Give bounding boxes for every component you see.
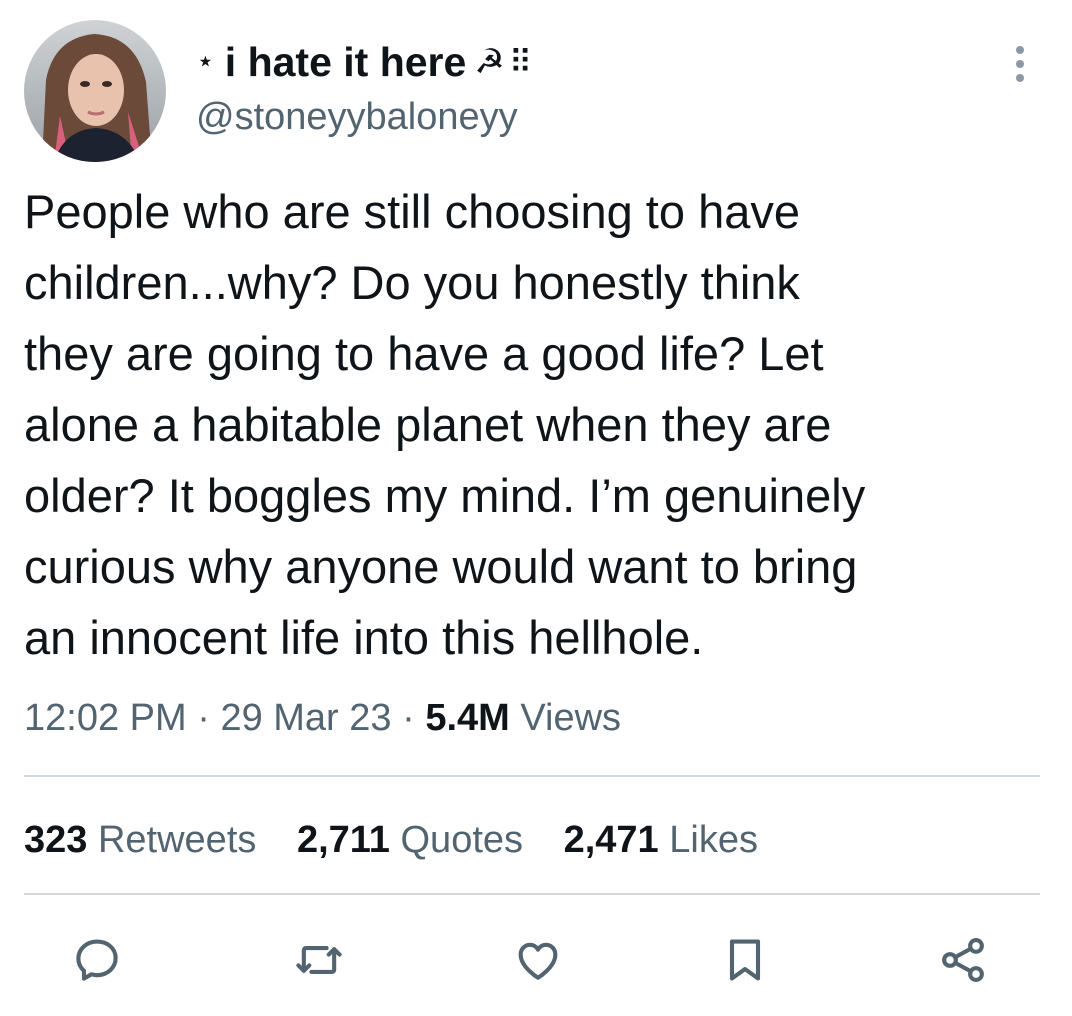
tweet-date[interactable]: 29 Mar 23 <box>220 697 391 739</box>
reply-button[interactable] <box>62 925 132 995</box>
quotes-stat[interactable]: 2,711 Quotes <box>297 819 523 861</box>
retweet-button[interactable] <box>284 925 354 995</box>
avatar[interactable] <box>24 20 166 162</box>
engagement-stats: 323 Retweets 2,711 Quotes 2,471 Likes <box>24 812 788 868</box>
tweet-text-line: curious why anyone would want to bring <box>24 540 858 593</box>
tweet-text-line: People who are still choosing to have <box>24 185 800 238</box>
tweet-text-line: children...why? Do you honestly think <box>24 256 800 309</box>
tweet-time[interactable]: 12:02 PM <box>24 697 187 739</box>
reply-icon <box>76 939 118 981</box>
display-name[interactable]: ⋆ i hate it here ☭ ⠿ <box>196 38 532 86</box>
meta-separator: · <box>197 697 210 739</box>
more-dot-icon <box>1016 74 1024 82</box>
meta-separator: · <box>402 697 415 739</box>
retweets-label: Retweets <box>97 819 257 861</box>
more-dot-icon <box>1016 60 1024 68</box>
display-name-text: i hate it here <box>224 39 467 85</box>
tweet-text-line: older? It boggles my mind. I’m genuinely <box>24 469 866 522</box>
likes-count: 2,471 <box>563 819 659 861</box>
share-icon <box>942 938 984 982</box>
views-label: Views <box>520 697 622 739</box>
quotes-count: 2,711 <box>296 819 390 861</box>
avatar-photo <box>24 20 166 162</box>
tweet-text-line: alone a habitable planet when they are <box>24 398 832 451</box>
bookmark-button[interactable] <box>710 925 780 995</box>
tweet-text: People who are still choosing to have ch… <box>24 176 1054 673</box>
hammer-sickle-icon: ☭ <box>474 43 505 81</box>
views-count: 5.4M <box>425 697 510 739</box>
bookmark-icon <box>729 939 761 981</box>
like-icon <box>518 942 558 980</box>
star-icon: ⋆ <box>196 45 215 78</box>
more-dot-icon <box>1016 46 1024 54</box>
tweet-meta: 12:02 PM · 29 Mar 23 · 5.4M Views <box>24 690 621 746</box>
like-button[interactable] <box>503 925 573 995</box>
action-bar <box>0 925 1072 995</box>
tweet-text-line: an innocent life into this hellhole. <box>24 611 704 664</box>
braille-dots-icon: ⠿ <box>508 44 532 80</box>
likes-label: Likes <box>669 819 758 861</box>
divider <box>24 775 1040 777</box>
tweet-text-line: they are going to have a good life? Let <box>24 327 824 380</box>
retweet-icon <box>296 946 342 974</box>
more-options-button[interactable] <box>1004 40 1036 88</box>
share-button[interactable] <box>928 925 998 995</box>
quotes-label: Quotes <box>400 819 524 861</box>
divider <box>24 893 1040 895</box>
retweets-stat[interactable]: 323 Retweets <box>24 819 256 861</box>
likes-stat[interactable]: 2,471 Likes <box>564 819 758 861</box>
retweets-count: 323 <box>24 819 88 861</box>
user-handle[interactable]: @stoneyybaloneyy <box>196 95 518 139</box>
